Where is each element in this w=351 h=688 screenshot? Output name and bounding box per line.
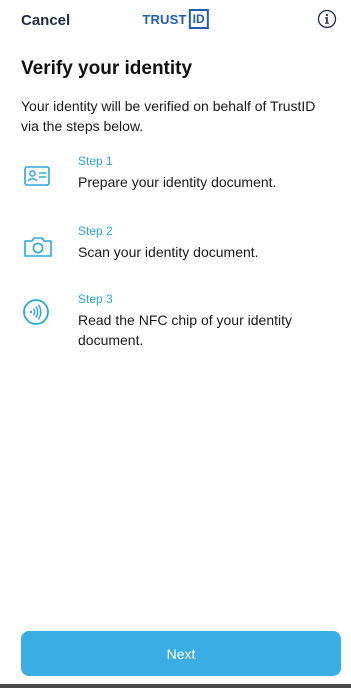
nfc-icon	[23, 299, 49, 325]
logo-text: TRUST	[142, 11, 187, 27]
next-button[interactable]: Next	[21, 631, 341, 676]
step-label: Step 2	[78, 224, 113, 238]
intro-text: Your identity will be verified on behalf…	[21, 98, 316, 134]
verify-identity-screen: Cancel TRUST ID Verify your identity You…	[0, 0, 351, 688]
step-item-3: Step 3 Read the NFC chip of your identit…	[21, 292, 331, 362]
bottom-divider	[0, 684, 351, 688]
step-item-1: Step 1 Prepare your identity document.	[21, 154, 331, 204]
top-nav-bar: Cancel TRUST ID	[0, 0, 351, 40]
step-label: Step 1	[78, 154, 113, 168]
step-label: Step 3	[78, 292, 113, 306]
step-description: Read the NFC chip of your identity docum…	[78, 312, 292, 348]
id-card-icon	[24, 166, 50, 186]
camera-icon	[24, 237, 52, 257]
logo-box-text: ID	[188, 9, 209, 29]
info-icon[interactable]	[317, 9, 337, 29]
cancel-button[interactable]: Cancel	[21, 12, 70, 29]
trustid-logo: TRUST ID	[142, 9, 209, 29]
step-description: Scan your identity document.	[78, 244, 259, 260]
step-description: Prepare your identity document.	[78, 174, 277, 190]
step-item-2: Step 2 Scan your identity document.	[21, 224, 331, 274]
page-title: Verify your identity	[21, 58, 193, 79]
